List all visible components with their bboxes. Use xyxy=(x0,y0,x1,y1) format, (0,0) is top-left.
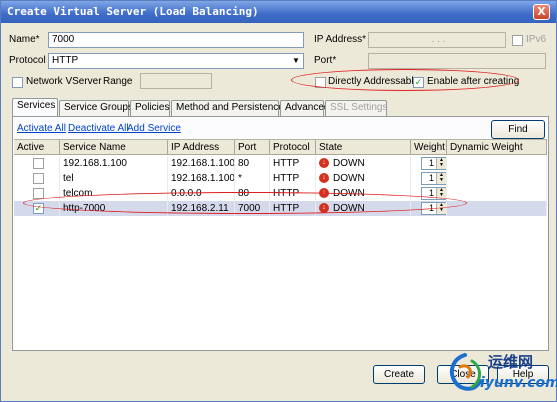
weight-value: 1 xyxy=(428,158,434,168)
dynamic-weight-cell xyxy=(447,156,547,171)
weight-value: 1 xyxy=(428,173,434,183)
watermark-text-url: iyunv.com xyxy=(480,375,557,391)
ip-address-label: IP Address* xyxy=(314,34,367,45)
state-down-icon: ↓ xyxy=(319,158,329,169)
dynamic-weight-cell xyxy=(447,186,547,201)
dialog-window: Create Virtual Server (Load Balancing) X… xyxy=(0,0,557,402)
name-field[interactable]: 7000 xyxy=(48,32,304,48)
port-field[interactable] xyxy=(368,53,546,69)
state-cell: ↓ DOWN xyxy=(316,156,411,171)
protocol-cell: HTTP xyxy=(270,171,316,186)
range-field[interactable] xyxy=(140,73,212,89)
tab-service-groups[interactable]: Service Groups xyxy=(59,100,133,116)
active-checkbox[interactable] xyxy=(33,158,44,169)
state-text: DOWN xyxy=(333,158,365,169)
protocol-select[interactable]: HTTP ▼ xyxy=(48,53,304,69)
column-header-port[interactable]: Port xyxy=(235,140,270,155)
tab-policies[interactable]: Policies xyxy=(130,100,170,116)
watermark-logo: 运维网 iyunv.com xyxy=(442,347,557,399)
tab-method-and-persistence[interactable]: Method and Persistence xyxy=(171,100,284,116)
ipv6-label: IPv6 xyxy=(526,34,547,45)
add-service-link[interactable]: Add Service xyxy=(127,123,181,134)
protocol-cell: HTTP xyxy=(270,156,316,171)
watermark-text-cn: 运维网 xyxy=(488,353,534,371)
chevron-down-icon[interactable]: ▼ xyxy=(289,54,303,68)
table-row[interactable]: tel 192.168.1.100 * HTTP ↓ DOWN 1 ▲ ▼ xyxy=(14,171,547,186)
tab-ssl-settings[interactable]: SSL Settings xyxy=(325,100,387,116)
tab-services[interactable]: Services xyxy=(12,98,58,116)
port-cell: 80 xyxy=(235,156,270,171)
column-header-ip-address[interactable]: IP Address xyxy=(168,140,235,155)
state-down-icon: ↓ xyxy=(319,173,329,184)
service-name-cell: 192.168.1.100 xyxy=(60,156,168,171)
state-text: DOWN xyxy=(333,173,365,184)
services-table: Active Service Name IP Address Port Prot… xyxy=(14,139,547,350)
column-header-dynamic-weight[interactable]: Dynamic Weight xyxy=(447,140,547,155)
close-window-button[interactable]: X xyxy=(533,4,550,20)
network-vserver-checkbox[interactable] xyxy=(12,77,23,88)
name-label: Name* xyxy=(9,34,40,45)
column-header-state[interactable]: State xyxy=(316,140,411,155)
ipv6-checkbox[interactable] xyxy=(512,35,523,46)
spinner-arrows-icon[interactable]: ▲ ▼ xyxy=(436,173,446,184)
find-button[interactable]: Find xyxy=(491,120,545,139)
protocol-label: Protocol xyxy=(9,55,46,66)
tab-advanced[interactable]: Advanced xyxy=(280,100,329,116)
window-title: Create Virtual Server (Load Balancing) xyxy=(7,5,259,18)
weight-spinner[interactable]: 1 ▲ ▼ xyxy=(421,157,446,170)
ip-address-field[interactable]: . . . xyxy=(368,32,506,48)
state-cell: ↓ DOWN xyxy=(316,171,411,186)
column-header-protocol[interactable]: Protocol xyxy=(270,140,316,155)
services-panel: Activate All Deactivate All Add Service … xyxy=(12,116,549,351)
network-vserver-label: Network VServer xyxy=(26,76,102,87)
ip-cell: 192.168.1.100 xyxy=(168,156,235,171)
port-label: Port* xyxy=(314,55,337,66)
dynamic-weight-cell xyxy=(447,171,547,186)
annotation-oval-options xyxy=(291,69,519,91)
range-label: Range xyxy=(103,76,133,87)
active-checkbox[interactable] xyxy=(33,173,44,184)
active-checkbox[interactable] xyxy=(33,188,44,199)
title-bar[interactable]: Create Virtual Server (Load Balancing) X xyxy=(1,1,556,23)
port-cell: * xyxy=(235,171,270,186)
protocol-value: HTTP xyxy=(52,55,79,66)
close-icon: X xyxy=(537,5,546,18)
spinner-arrows-icon[interactable]: ▲ ▼ xyxy=(436,158,446,169)
column-header-service-name[interactable]: Service Name xyxy=(60,140,168,155)
column-header-active[interactable]: Active xyxy=(14,140,60,155)
weight-spinner[interactable]: 1 ▲ ▼ xyxy=(421,172,446,185)
annotation-oval-selected-row xyxy=(23,192,467,214)
activate-all-link[interactable]: Activate All xyxy=(17,123,66,134)
create-button[interactable]: Create xyxy=(373,365,425,384)
column-header-weight[interactable]: Weight xyxy=(411,140,447,155)
service-name-cell: tel xyxy=(60,171,168,186)
table-row[interactable]: 192.168.1.100 192.168.1.100 80 HTTP ↓ DOW… xyxy=(14,156,547,171)
deactivate-all-link[interactable]: Deactivate All xyxy=(68,123,129,134)
ip-cell: 192.168.1.100 xyxy=(168,171,235,186)
